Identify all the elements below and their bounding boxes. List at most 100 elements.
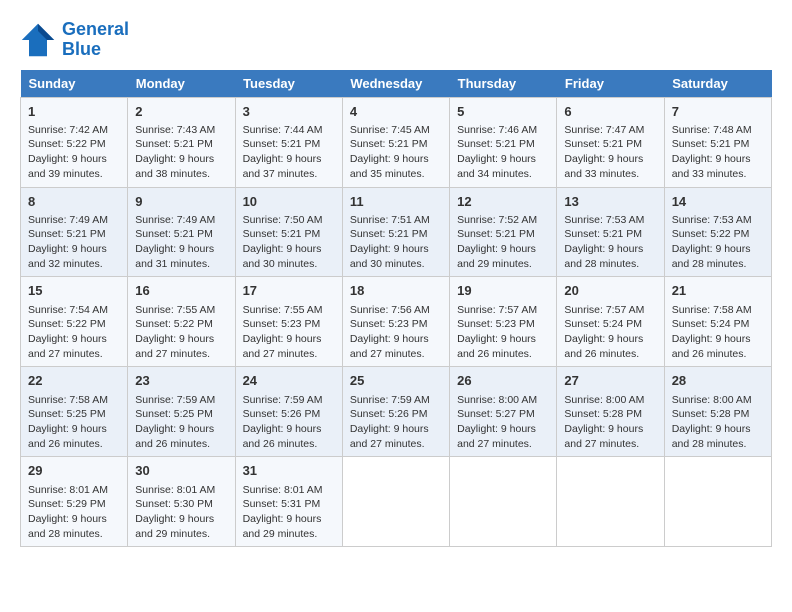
sunset-text: Sunset: 5:21 PM [350,137,442,152]
calendar-cell: 23 Sunrise: 7:59 AM Sunset: 5:25 PM Dayl… [128,367,235,457]
column-header-wednesday: Wednesday [342,70,449,98]
calendar-cell: 3 Sunrise: 7:44 AM Sunset: 5:21 PM Dayli… [235,97,342,187]
day-number: 10 [243,193,335,211]
calendar-cell: 12 Sunrise: 7:52 AM Sunset: 5:21 PM Dayl… [450,187,557,277]
sunset-text: Sunset: 5:21 PM [243,227,335,242]
day-number: 28 [672,372,764,390]
daylight-text: Daylight: 9 hours and 29 minutes. [243,512,335,541]
calendar-cell: 21 Sunrise: 7:58 AM Sunset: 5:24 PM Dayl… [664,277,771,367]
sunrise-text: Sunrise: 7:44 AM [243,123,335,138]
day-number: 24 [243,372,335,390]
sunset-text: Sunset: 5:21 PM [457,227,549,242]
calendar-cell: 7 Sunrise: 7:48 AM Sunset: 5:21 PM Dayli… [664,97,771,187]
daylight-text: Daylight: 9 hours and 26 minutes. [564,332,656,361]
sunrise-text: Sunrise: 8:01 AM [243,483,335,498]
calendar-cell [450,457,557,547]
daylight-text: Daylight: 9 hours and 29 minutes. [457,242,549,271]
column-header-monday: Monday [128,70,235,98]
sunset-text: Sunset: 5:27 PM [457,407,549,422]
sunrise-text: Sunrise: 7:53 AM [672,213,764,228]
daylight-text: Daylight: 9 hours and 27 minutes. [350,332,442,361]
calendar-cell [557,457,664,547]
calendar-cell: 19 Sunrise: 7:57 AM Sunset: 5:23 PM Dayl… [450,277,557,367]
header: General Blue [20,20,772,60]
sunrise-text: Sunrise: 7:57 AM [457,303,549,318]
day-number: 4 [350,103,442,121]
calendar-cell: 6 Sunrise: 7:47 AM Sunset: 5:21 PM Dayli… [557,97,664,187]
week-row-1: 1 Sunrise: 7:42 AM Sunset: 5:22 PM Dayli… [21,97,772,187]
calendar-cell: 18 Sunrise: 7:56 AM Sunset: 5:23 PM Dayl… [342,277,449,367]
calendar-cell: 25 Sunrise: 7:59 AM Sunset: 5:26 PM Dayl… [342,367,449,457]
calendar-cell: 28 Sunrise: 8:00 AM Sunset: 5:28 PM Dayl… [664,367,771,457]
day-number: 19 [457,282,549,300]
calendar-cell: 26 Sunrise: 8:00 AM Sunset: 5:27 PM Dayl… [450,367,557,457]
sunrise-text: Sunrise: 7:59 AM [350,393,442,408]
sunrise-text: Sunrise: 7:49 AM [135,213,227,228]
sunset-text: Sunset: 5:21 PM [564,227,656,242]
calendar-cell: 4 Sunrise: 7:45 AM Sunset: 5:21 PM Dayli… [342,97,449,187]
daylight-text: Daylight: 9 hours and 26 minutes. [457,332,549,361]
sunset-text: Sunset: 5:25 PM [135,407,227,422]
sunrise-text: Sunrise: 7:54 AM [28,303,120,318]
calendar-cell [664,457,771,547]
day-number: 17 [243,282,335,300]
sunrise-text: Sunrise: 8:01 AM [135,483,227,498]
header-row: SundayMondayTuesdayWednesdayThursdayFrid… [21,70,772,98]
daylight-text: Daylight: 9 hours and 34 minutes. [457,152,549,181]
day-number: 18 [350,282,442,300]
daylight-text: Daylight: 9 hours and 30 minutes. [243,242,335,271]
sunset-text: Sunset: 5:21 PM [135,137,227,152]
calendar-cell: 14 Sunrise: 7:53 AM Sunset: 5:22 PM Dayl… [664,187,771,277]
daylight-text: Daylight: 9 hours and 38 minutes. [135,152,227,181]
sunrise-text: Sunrise: 7:57 AM [564,303,656,318]
day-number: 9 [135,193,227,211]
day-number: 3 [243,103,335,121]
sunset-text: Sunset: 5:21 PM [672,137,764,152]
daylight-text: Daylight: 9 hours and 27 minutes. [564,422,656,451]
sunrise-text: Sunrise: 8:01 AM [28,483,120,498]
calendar-cell: 22 Sunrise: 7:58 AM Sunset: 5:25 PM Dayl… [21,367,128,457]
sunset-text: Sunset: 5:21 PM [350,227,442,242]
calendar-cell: 11 Sunrise: 7:51 AM Sunset: 5:21 PM Dayl… [342,187,449,277]
daylight-text: Daylight: 9 hours and 26 minutes. [135,422,227,451]
sunrise-text: Sunrise: 7:46 AM [457,123,549,138]
sunset-text: Sunset: 5:26 PM [350,407,442,422]
column-header-tuesday: Tuesday [235,70,342,98]
day-number: 8 [28,193,120,211]
week-row-5: 29 Sunrise: 8:01 AM Sunset: 5:29 PM Dayl… [21,457,772,547]
daylight-text: Daylight: 9 hours and 29 minutes. [135,512,227,541]
sunset-text: Sunset: 5:31 PM [243,497,335,512]
sunrise-text: Sunrise: 7:55 AM [243,303,335,318]
sunrise-text: Sunrise: 7:43 AM [135,123,227,138]
calendar-cell: 29 Sunrise: 8:01 AM Sunset: 5:29 PM Dayl… [21,457,128,547]
sunset-text: Sunset: 5:22 PM [28,317,120,332]
calendar-cell: 1 Sunrise: 7:42 AM Sunset: 5:22 PM Dayli… [21,97,128,187]
calendar-cell: 20 Sunrise: 7:57 AM Sunset: 5:24 PM Dayl… [557,277,664,367]
sunset-text: Sunset: 5:21 PM [564,137,656,152]
daylight-text: Daylight: 9 hours and 27 minutes. [243,332,335,361]
sunrise-text: Sunrise: 7:45 AM [350,123,442,138]
sunset-text: Sunset: 5:23 PM [243,317,335,332]
daylight-text: Daylight: 9 hours and 28 minutes. [672,242,764,271]
day-number: 29 [28,462,120,480]
sunset-text: Sunset: 5:22 PM [672,227,764,242]
week-row-2: 8 Sunrise: 7:49 AM Sunset: 5:21 PM Dayli… [21,187,772,277]
sunset-text: Sunset: 5:29 PM [28,497,120,512]
day-number: 7 [672,103,764,121]
daylight-text: Daylight: 9 hours and 30 minutes. [350,242,442,271]
calendar-table: SundayMondayTuesdayWednesdayThursdayFrid… [20,70,772,548]
logo: General Blue [20,20,129,60]
sunset-text: Sunset: 5:21 PM [28,227,120,242]
daylight-text: Daylight: 9 hours and 35 minutes. [350,152,442,181]
sunrise-text: Sunrise: 7:51 AM [350,213,442,228]
calendar-cell [342,457,449,547]
sunrise-text: Sunrise: 7:47 AM [564,123,656,138]
sunrise-text: Sunrise: 7:58 AM [28,393,120,408]
day-number: 2 [135,103,227,121]
daylight-text: Daylight: 9 hours and 28 minutes. [672,422,764,451]
sunrise-text: Sunrise: 7:59 AM [135,393,227,408]
calendar-cell: 15 Sunrise: 7:54 AM Sunset: 5:22 PM Dayl… [21,277,128,367]
sunrise-text: Sunrise: 7:53 AM [564,213,656,228]
sunset-text: Sunset: 5:28 PM [564,407,656,422]
sunset-text: Sunset: 5:24 PM [672,317,764,332]
